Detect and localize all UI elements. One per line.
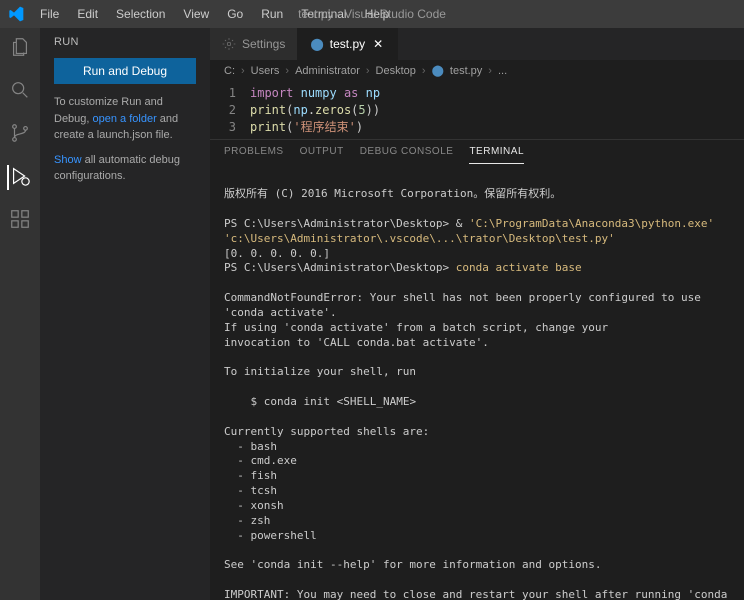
bottom-panel: PROBLEMS OUTPUT DEBUG CONSOLE TERMINAL 版… xyxy=(210,139,744,600)
gear-icon xyxy=(222,37,236,51)
menu-selection[interactable]: Selection xyxy=(108,3,173,25)
activity-debug[interactable] xyxy=(7,165,31,190)
sidebar-title: RUN xyxy=(54,36,196,48)
vscode-logo-icon xyxy=(8,6,24,22)
sidebar-hint-1: To customize Run and Debug, open a folde… xyxy=(54,94,196,144)
files-icon xyxy=(9,36,31,58)
activity-scm[interactable] xyxy=(9,122,31,147)
editor-tabs: Settings ⬤ test.py ✕ xyxy=(210,28,744,60)
menu-go[interactable]: Go xyxy=(219,3,251,25)
sidebar-hint-2: Show all automatic debug configurations. xyxy=(54,152,196,185)
panel-tab-debugconsole[interactable]: DEBUG CONSOLE xyxy=(360,146,454,164)
activity-search[interactable] xyxy=(9,79,31,104)
extensions-icon xyxy=(9,208,31,230)
open-folder-link[interactable]: open a folder xyxy=(93,113,157,125)
panel-tab-problems[interactable]: PROBLEMS xyxy=(224,146,284,164)
code-editor[interactable]: 1import numpy as np 2print(np.zeros(5)) … xyxy=(210,81,744,139)
tab-label: Settings xyxy=(242,37,285,51)
tab-testpy[interactable]: ⬤ test.py ✕ xyxy=(298,28,398,60)
panel-tab-terminal[interactable]: TERMINAL xyxy=(469,146,524,164)
menu-file[interactable]: File xyxy=(32,3,67,25)
menu-run[interactable]: Run xyxy=(253,3,291,25)
tab-settings[interactable]: Settings xyxy=(210,28,298,60)
search-icon xyxy=(9,79,31,101)
terminal[interactable]: 版权所有 (C) 2016 Microsoft Corporation。保留所有… xyxy=(210,164,744,600)
close-icon[interactable]: ✕ xyxy=(371,37,385,51)
menu-edit[interactable]: Edit xyxy=(69,3,106,25)
python-file-icon: ⬤ xyxy=(432,64,444,77)
play-bug-icon xyxy=(9,165,31,187)
activity-bar xyxy=(0,28,40,600)
breadcrumb[interactable]: C:› Users› Administrator› Desktop› ⬤ tes… xyxy=(210,60,744,81)
run-sidebar: RUN Run and Debug To customize Run and D… xyxy=(40,28,210,600)
menu-view[interactable]: View xyxy=(175,3,217,25)
branch-icon xyxy=(9,122,31,144)
panel-tabs: PROBLEMS OUTPUT DEBUG CONSOLE TERMINAL xyxy=(210,140,744,164)
python-file-icon: ⬤ xyxy=(310,37,323,51)
show-configs-link[interactable]: Show xyxy=(54,154,82,166)
editor-area: Settings ⬤ test.py ✕ C:› Users› Administ… xyxy=(210,28,744,600)
titlebar: File Edit Selection View Go Run Terminal… xyxy=(0,0,744,28)
activity-explorer[interactable] xyxy=(9,36,31,61)
panel-tab-output[interactable]: OUTPUT xyxy=(300,146,344,164)
tab-label: test.py xyxy=(330,37,365,51)
activity-extensions[interactable] xyxy=(9,208,31,233)
window-title: test.py - Visual Studio Code xyxy=(298,7,446,21)
run-and-debug-button[interactable]: Run and Debug xyxy=(54,58,196,84)
